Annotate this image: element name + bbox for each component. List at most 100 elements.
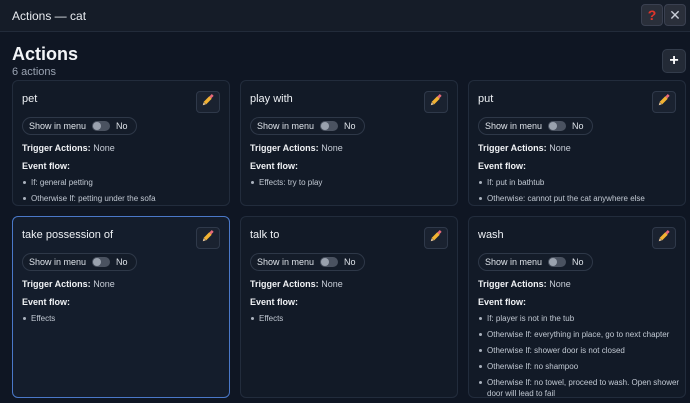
toggle-switch[interactable] bbox=[548, 257, 567, 267]
pencil-icon bbox=[657, 93, 671, 112]
flow-item: Otherwise If: no towel, proceed to wash.… bbox=[478, 377, 680, 399]
pencil-icon bbox=[429, 93, 443, 112]
event-flow-list: If: put in bathtub Otherwise: cannot put … bbox=[478, 177, 680, 209]
toggle-switch[interactable] bbox=[320, 257, 339, 267]
trigger-value: None bbox=[549, 143, 571, 153]
flow-item: Effects bbox=[250, 313, 452, 324]
toggle-state: No bbox=[344, 121, 356, 131]
flow-item: Otherwise: cannot put the cat anywhere e… bbox=[478, 193, 680, 204]
event-flow-label: Event flow: bbox=[22, 161, 71, 171]
action-card[interactable]: pet Show in menu No Trigger Actions: Non… bbox=[12, 80, 230, 206]
page-title: Actions bbox=[12, 44, 79, 64]
flow-item: If: player is not in the tub bbox=[478, 313, 680, 324]
event-flow-list: Effects bbox=[250, 313, 452, 329]
trigger-actions: Trigger Actions: None bbox=[478, 143, 571, 153]
toggle-label: Show in menu bbox=[29, 257, 87, 267]
trigger-value: None bbox=[549, 279, 571, 289]
toggle-label: Show in menu bbox=[257, 121, 315, 131]
trigger-value: None bbox=[93, 279, 115, 289]
show-in-menu-toggle[interactable]: Show in menu No bbox=[478, 253, 593, 271]
pencil-icon bbox=[429, 229, 443, 248]
trigger-actions: Trigger Actions: None bbox=[22, 143, 115, 153]
trigger-actions: Trigger Actions: None bbox=[250, 143, 343, 153]
close-button[interactable]: ✕ bbox=[664, 4, 686, 26]
event-flow-label: Event flow: bbox=[478, 297, 527, 307]
plus-icon: + bbox=[669, 52, 679, 69]
show-in-menu-toggle[interactable]: Show in menu No bbox=[250, 253, 365, 271]
pencil-icon bbox=[657, 229, 671, 248]
edit-button[interactable] bbox=[424, 91, 448, 113]
flow-item: Effects: try to play bbox=[250, 177, 452, 188]
toggle-state: No bbox=[572, 257, 584, 267]
event-flow-label: Event flow: bbox=[250, 297, 299, 307]
event-flow-list: Effects: try to play bbox=[250, 177, 452, 193]
toggle-state: No bbox=[116, 257, 128, 267]
flow-item: Otherwise If: no shampoo bbox=[478, 361, 680, 372]
toggle-state: No bbox=[116, 121, 128, 131]
event-flow-list: If: player is not in the tub Otherwise If… bbox=[478, 313, 680, 403]
action-card[interactable]: put Show in menu No Trigger Actions: Non… bbox=[468, 80, 686, 206]
edit-button[interactable] bbox=[196, 91, 220, 113]
flow-item: Otherwise If: petting under the sofa bbox=[22, 193, 224, 204]
action-card[interactable]: talk to Show in menu No Trigger Actions:… bbox=[240, 216, 458, 398]
event-flow-label: Event flow: bbox=[478, 161, 527, 171]
trigger-label: Trigger Actions: bbox=[22, 143, 91, 153]
help-button[interactable]: ? bbox=[641, 4, 663, 26]
trigger-label: Trigger Actions: bbox=[22, 279, 91, 289]
action-name: talk to bbox=[250, 229, 280, 241]
action-name: pet bbox=[22, 93, 38, 105]
event-flow-label: Event flow: bbox=[250, 161, 299, 171]
flow-item: Effects bbox=[22, 313, 224, 324]
edit-button[interactable] bbox=[652, 91, 676, 113]
pencil-icon bbox=[201, 229, 215, 248]
trigger-label: Trigger Actions: bbox=[478, 279, 547, 289]
question-icon: ? bbox=[647, 7, 657, 23]
edit-button[interactable] bbox=[652, 227, 676, 249]
window-title: Actions — cat bbox=[12, 9, 87, 23]
event-flow-list: If: general petting Otherwise If: petting… bbox=[22, 177, 224, 209]
action-name: take possession of bbox=[22, 229, 114, 241]
action-name: wash bbox=[478, 229, 504, 241]
flow-item: Otherwise If: everything in place, go to… bbox=[478, 329, 680, 340]
toggle-label: Show in menu bbox=[29, 121, 87, 131]
show-in-menu-toggle[interactable]: Show in menu No bbox=[250, 117, 365, 135]
event-flow-label: Event flow: bbox=[22, 297, 71, 307]
trigger-label: Trigger Actions: bbox=[250, 143, 319, 153]
trigger-actions: Trigger Actions: None bbox=[250, 279, 343, 289]
action-card[interactable]: play with Show in menu No Trigger Action… bbox=[240, 80, 458, 206]
show-in-menu-toggle[interactable]: Show in menu No bbox=[22, 253, 137, 271]
action-card[interactable]: wash Show in menu No Trigger Actions: No… bbox=[468, 216, 686, 398]
toggle-state: No bbox=[572, 121, 584, 131]
toggle-label: Show in menu bbox=[257, 257, 315, 267]
flow-item: If: general petting bbox=[22, 177, 224, 188]
action-card[interactable]: take possession of Show in menu No Trigg… bbox=[12, 216, 230, 398]
toggle-switch[interactable] bbox=[320, 121, 339, 131]
trigger-label: Trigger Actions: bbox=[478, 143, 547, 153]
flow-item: If: put in bathtub bbox=[478, 177, 680, 188]
trigger-value: None bbox=[321, 143, 343, 153]
flow-item: Otherwise If: shower door is not closed bbox=[478, 345, 680, 356]
toggle-state: No bbox=[344, 257, 356, 267]
toggle-switch[interactable] bbox=[92, 121, 111, 131]
trigger-actions: Trigger Actions: None bbox=[478, 279, 571, 289]
edit-button[interactable] bbox=[424, 227, 448, 249]
edit-button[interactable] bbox=[196, 227, 220, 249]
toggle-label: Show in menu bbox=[485, 257, 543, 267]
add-action-button[interactable]: + bbox=[662, 49, 686, 73]
action-name: play with bbox=[250, 93, 293, 105]
action-name: put bbox=[478, 93, 494, 105]
trigger-value: None bbox=[321, 279, 343, 289]
trigger-actions: Trigger Actions: None bbox=[22, 279, 115, 289]
close-icon: ✕ bbox=[669, 6, 681, 23]
action-count: 6 actions bbox=[12, 66, 57, 78]
event-flow-list: Effects bbox=[22, 313, 224, 329]
trigger-value: None bbox=[93, 143, 115, 153]
trigger-label: Trigger Actions: bbox=[250, 279, 319, 289]
toggle-switch[interactable] bbox=[92, 257, 111, 267]
title-bar: Actions — cat ? ✕ bbox=[0, 0, 690, 32]
pencil-icon bbox=[201, 93, 215, 112]
show-in-menu-toggle[interactable]: Show in menu No bbox=[478, 117, 593, 135]
toggle-label: Show in menu bbox=[485, 121, 543, 131]
toggle-switch[interactable] bbox=[548, 121, 567, 131]
show-in-menu-toggle[interactable]: Show in menu No bbox=[22, 117, 137, 135]
